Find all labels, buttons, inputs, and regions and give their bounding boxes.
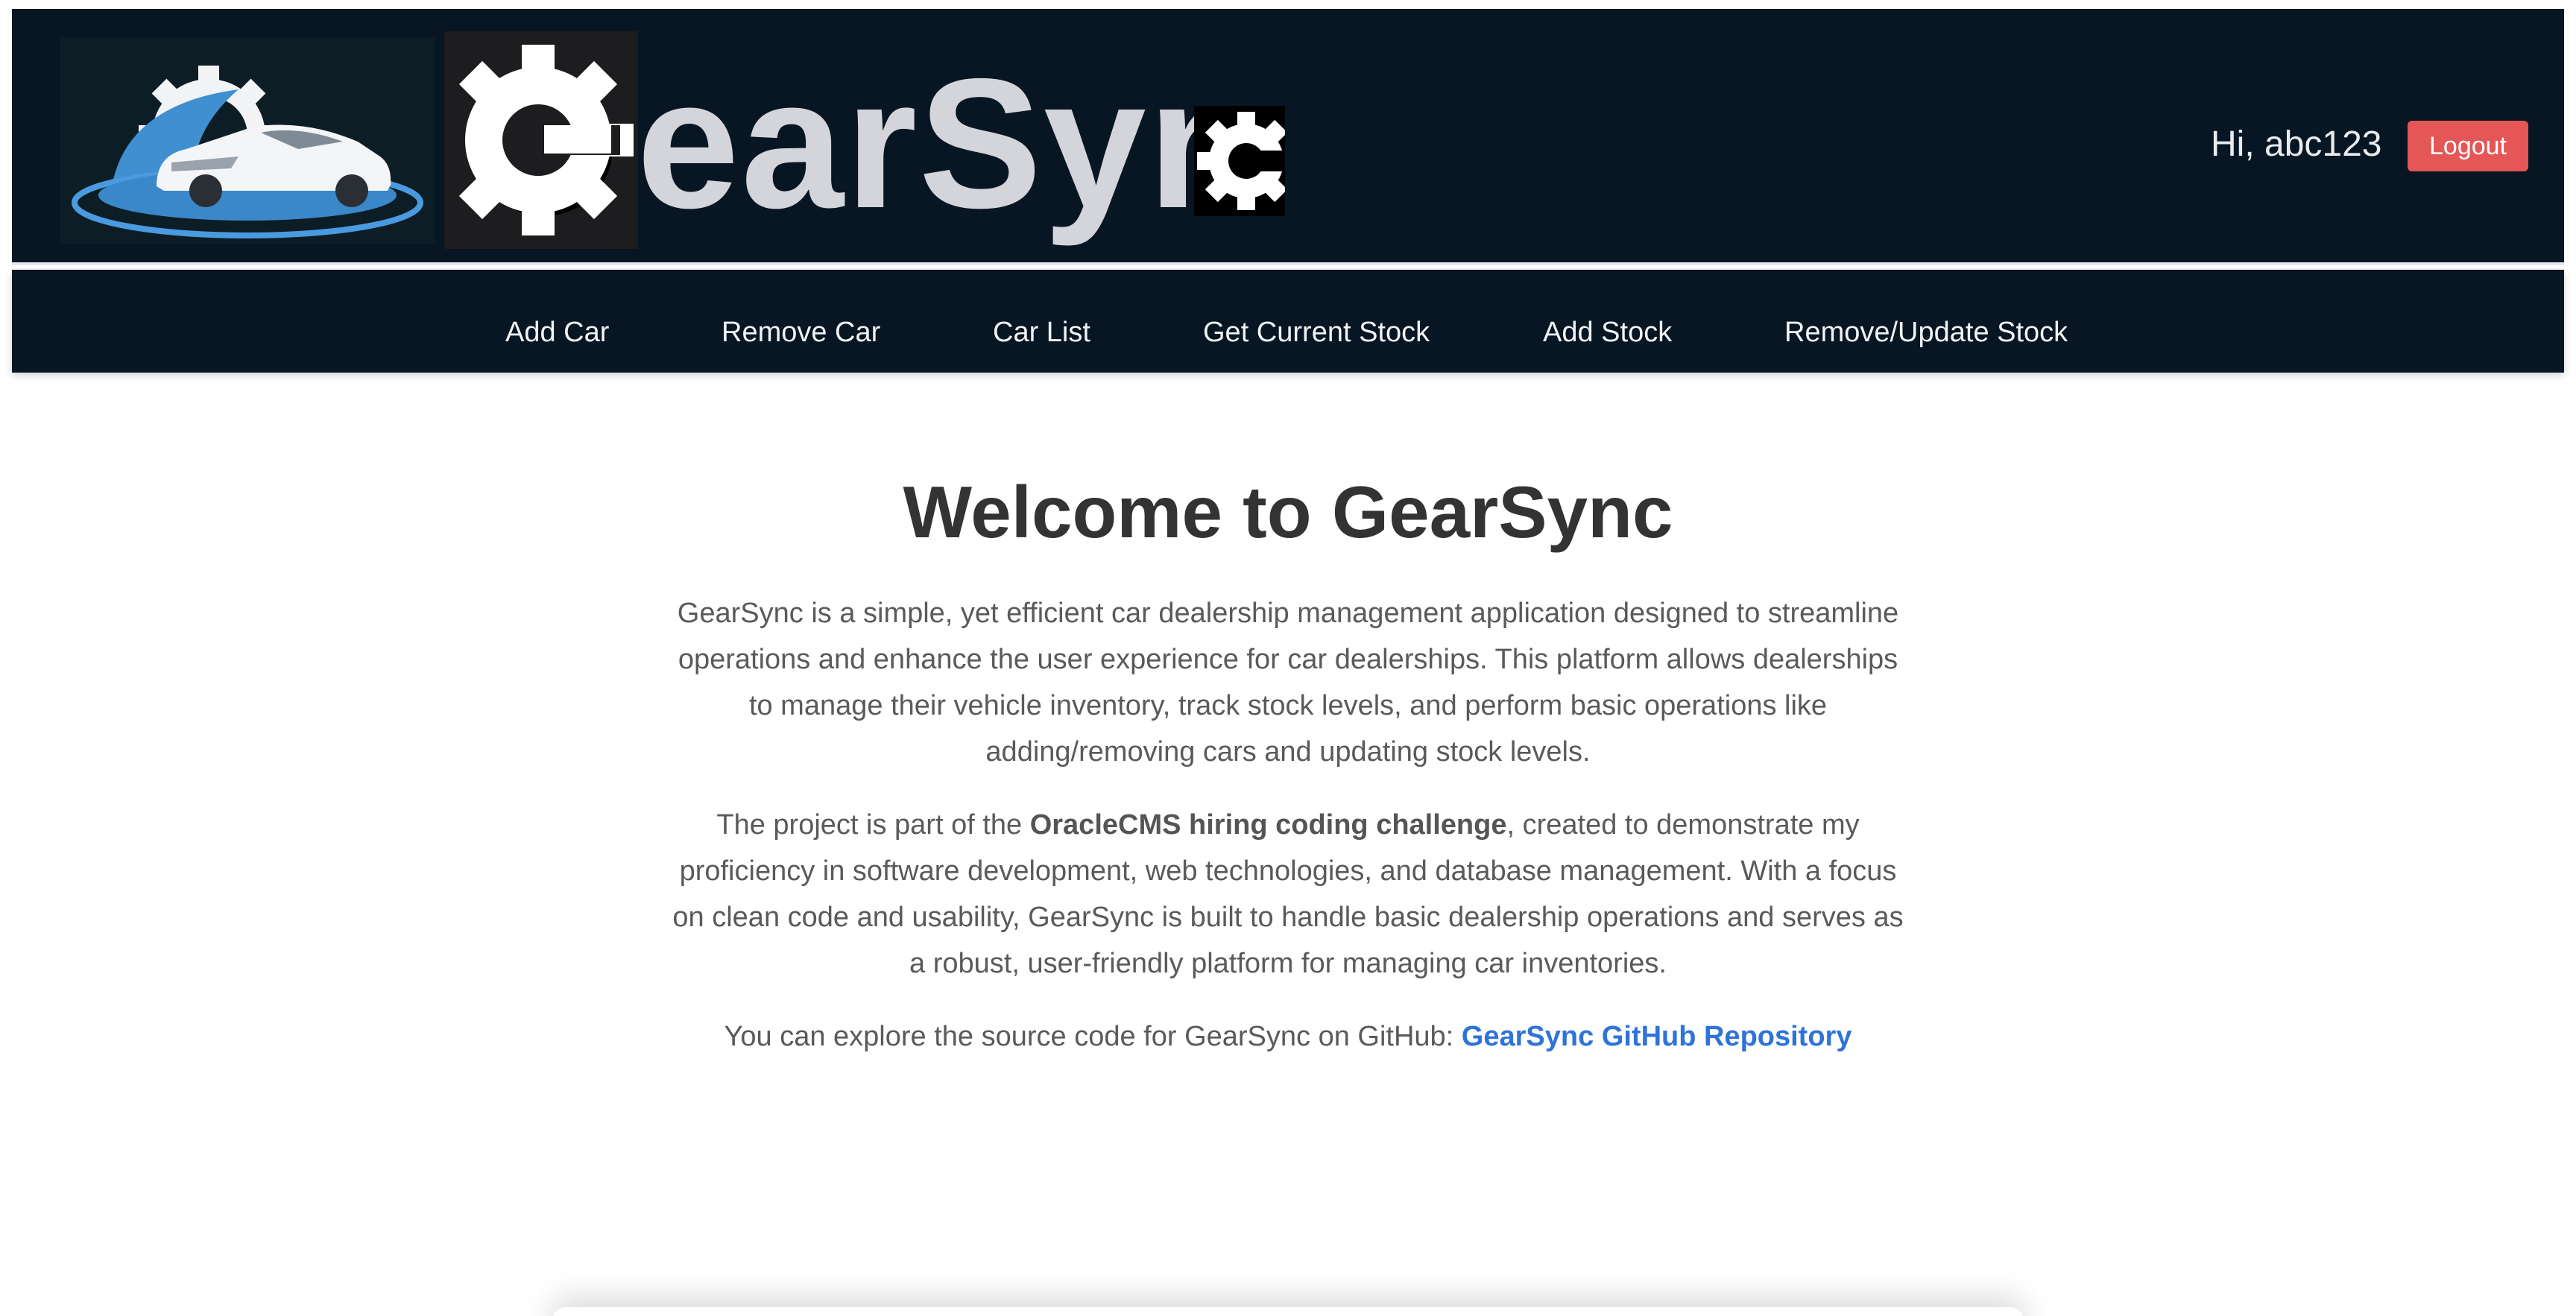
header: earSyn Hi, abc123 Logout <box>12 9 2564 262</box>
nav-item-get-current-stock[interactable]: Get Current Stock <box>1203 270 1430 373</box>
car-logo-icon <box>60 37 435 244</box>
nav-item-remove-car[interactable]: Remove Car <box>722 270 880 373</box>
challenge-highlight: OracleCMS hiring coding challenge <box>1029 809 1507 841</box>
nav-item-add-car[interactable]: Add Car <box>505 270 609 373</box>
app-root: earSyn Hi, abc123 Logout Add Car Remove … <box>0 0 2576 1316</box>
github-repo-link[interactable]: GearSync GitHub Repository <box>1462 1021 1852 1052</box>
header-divider <box>12 262 2564 265</box>
nav-item-add-stock[interactable]: Add Stock <box>1543 270 1672 373</box>
intro-paragraph: GearSync is a simple, yet efficient car … <box>677 598 1899 768</box>
user-greeting: Hi, abc123 <box>2211 124 2382 164</box>
github-paragraph: You can explore the source code for Gear… <box>671 1013 1905 1060</box>
nav-item-remove-update-stock[interactable]: Remove/Update Stock <box>1784 270 2068 373</box>
github-prefix-text: You can explore the source code for Gear… <box>724 1021 1462 1052</box>
brand-name: earSyn <box>637 39 1263 247</box>
footer-card <box>552 1307 2024 1316</box>
project-paragraph: The project is part of the OracleCMS hir… <box>671 802 1905 987</box>
page-title: Welcome to GearSync <box>903 471 1673 553</box>
gear-icon <box>444 31 638 249</box>
project-prefix-text: The project is part of the <box>716 809 1030 841</box>
nav-item-car-list[interactable]: Car List <box>993 270 1090 373</box>
gear-small-icon <box>1194 106 1285 216</box>
logout-button[interactable]: Logout <box>2408 121 2528 171</box>
main-nav: Add Car Remove Car Car List Get Current … <box>12 270 2564 373</box>
